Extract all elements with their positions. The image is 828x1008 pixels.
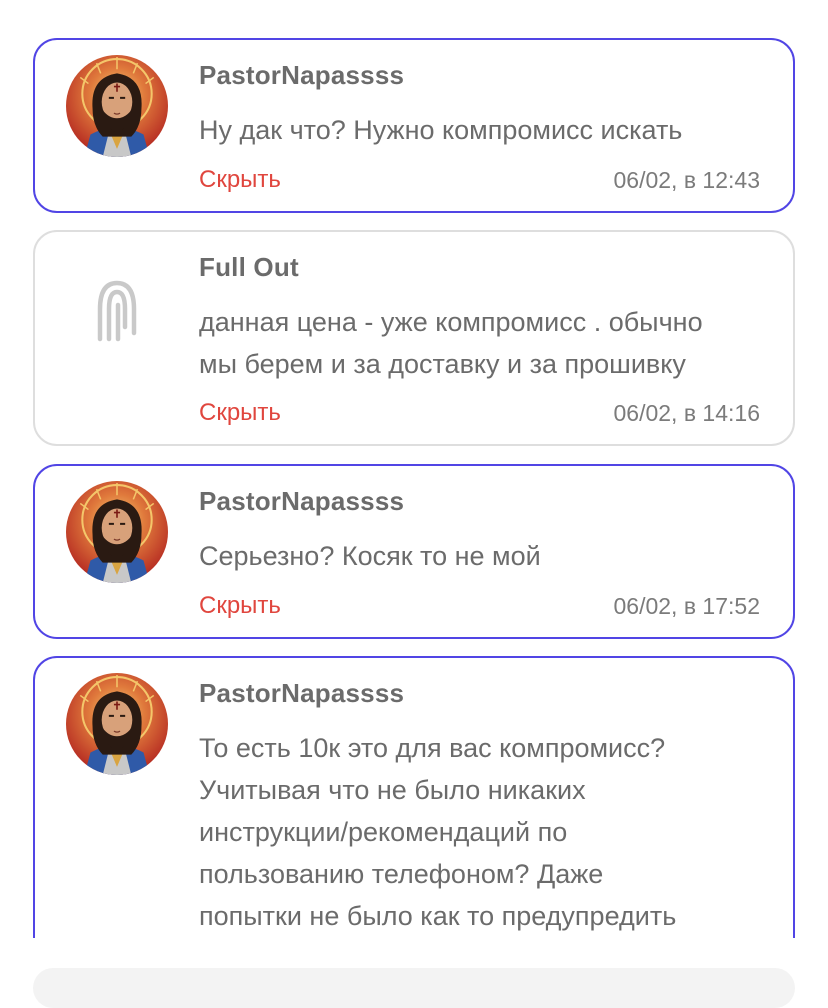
comment-timestamp: 06/02, в 17:52 xyxy=(613,593,760,619)
next-comment-card-edge xyxy=(33,968,795,1008)
comment-card: PastorNapassss Серьезно? Косяк то не мой… xyxy=(33,464,795,639)
brand-avatar[interactable] xyxy=(66,247,168,349)
comment-author[interactable]: PastorNapassss xyxy=(199,60,404,91)
user-avatar[interactable] xyxy=(66,55,168,157)
portrait-avatar-icon xyxy=(66,55,168,157)
comment-timestamp: 06/02, в 12:43 xyxy=(613,167,760,193)
comment-text: Серьезно? Косяк то не мой xyxy=(199,541,541,571)
comment-author[interactable]: PastorNapassss xyxy=(199,486,404,517)
portrait-avatar-icon xyxy=(66,673,168,775)
user-avatar[interactable] xyxy=(66,481,168,583)
comment-card: PastorNapassss Ну дак что? Нужно компром… xyxy=(33,38,795,213)
hide-comment-link[interactable]: Скрыть xyxy=(199,166,281,194)
comment-text: Ну дак что? Нужно компромисс искать xyxy=(199,115,683,145)
user-avatar[interactable] xyxy=(66,673,168,775)
comments-feed: PastorNapassss Ну дак что? Нужно компром… xyxy=(33,38,795,938)
comment-author[interactable]: Full Out xyxy=(199,252,299,283)
hide-comment-link[interactable]: Скрыть xyxy=(199,399,281,427)
comment-timestamp: 06/02, в 14:16 xyxy=(613,400,760,426)
comment-card: Full Out данная цена - уже компромисс . … xyxy=(33,230,795,446)
comment-author[interactable]: PastorNapassss xyxy=(199,678,404,709)
comment-card: PastorNapassss То есть 10к это для вас к… xyxy=(33,656,795,938)
brand-logo-icon xyxy=(97,280,137,342)
comment-text: То есть 10к это для вас компромисс? Учит… xyxy=(199,733,677,931)
portrait-avatar-icon xyxy=(66,481,168,583)
hide-comment-link[interactable]: Скрыть xyxy=(199,592,281,620)
comment-text: данная цена - уже компромисс . обычно мы… xyxy=(199,307,703,379)
